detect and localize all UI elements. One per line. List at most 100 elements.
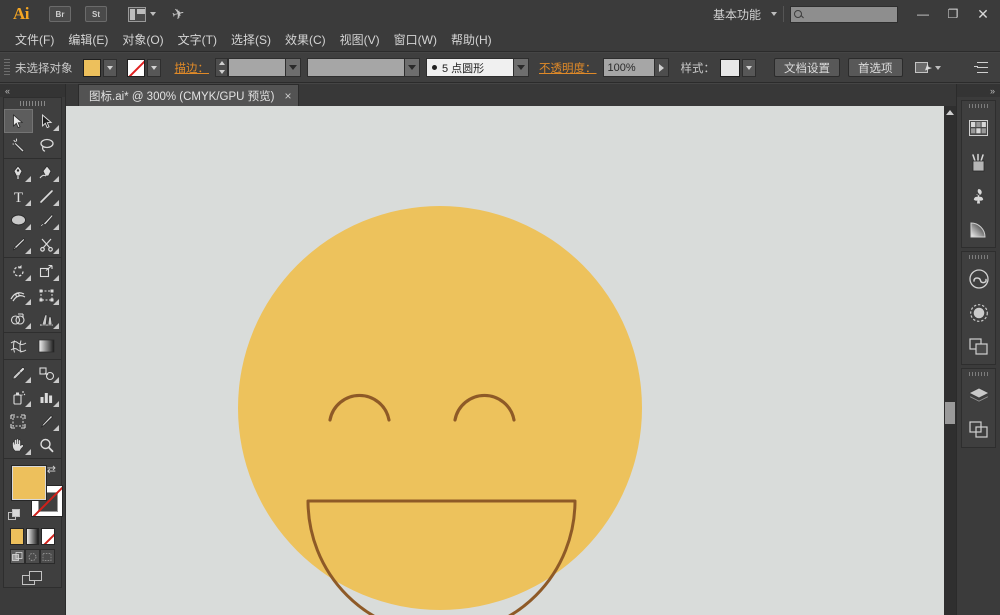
- graphic-style-swatch[interactable]: [720, 58, 740, 77]
- stroke-link-label[interactable]: 描边：: [175, 60, 210, 76]
- stroke-color-swatch[interactable]: [126, 58, 145, 77]
- symbol-sprayer-tool[interactable]: [4, 385, 33, 409]
- free-transform-tool[interactable]: [33, 283, 62, 307]
- scroll-up-button[interactable]: [945, 107, 955, 118]
- fill-color-swatch[interactable]: [82, 58, 101, 77]
- opacity-link-label[interactable]: 不透明度：: [539, 60, 597, 76]
- stroke-weight-stepper[interactable]: [215, 58, 228, 77]
- minimize-button[interactable]: —: [908, 1, 938, 27]
- control-bar-grip[interactable]: [4, 58, 10, 77]
- direct-selection-tool[interactable]: [33, 109, 62, 133]
- swatches-panel-icon[interactable]: [962, 111, 995, 145]
- artboard-tool[interactable]: [4, 409, 33, 433]
- change-screen-mode-button[interactable]: [4, 571, 61, 587]
- brushes-panel-icon[interactable]: [962, 145, 995, 179]
- paper-plane-icon[interactable]: ✈: [170, 4, 186, 25]
- document-setup-button[interactable]: 文档设置: [774, 58, 840, 77]
- hand-tool[interactable]: [4, 433, 33, 457]
- control-panel-menu-icon[interactable]: [974, 61, 988, 74]
- graphic-style-dropdown[interactable]: [742, 58, 756, 77]
- lasso-tool[interactable]: [33, 133, 62, 157]
- curvature-tool[interactable]: [33, 160, 62, 184]
- brush-definition-combo[interactable]: 5 点圆形: [426, 58, 529, 77]
- opacity-input[interactable]: 100%: [602, 58, 655, 77]
- dock-group-grip[interactable]: [962, 101, 995, 111]
- menu-object[interactable]: 对象(O): [115, 29, 170, 50]
- arrange-documents-button[interactable]: [128, 6, 156, 22]
- menu-view[interactable]: 视图(V): [333, 29, 387, 50]
- eyedropper-tool[interactable]: [4, 361, 33, 385]
- stroke-swatch-group[interactable]: [126, 58, 167, 77]
- width-tool[interactable]: [4, 283, 33, 307]
- stroke-profile-input[interactable]: [307, 58, 405, 77]
- none-mode-button[interactable]: [41, 528, 56, 545]
- ellipse-tool[interactable]: [4, 208, 33, 232]
- stroke-profile-dropdown[interactable]: [405, 58, 420, 77]
- canvas-vertical-scrollbar[interactable]: [944, 106, 956, 615]
- right-dock-collapse-button[interactable]: »: [957, 84, 1000, 97]
- graphic-style-group[interactable]: [720, 58, 762, 77]
- draw-normal-button[interactable]: [10, 549, 25, 564]
- brush-definition-field[interactable]: 5 点圆形: [426, 58, 514, 77]
- fill-swatch-group[interactable]: [82, 58, 123, 77]
- slice-tool[interactable]: [33, 409, 62, 433]
- scrollbar-thumb[interactable]: [945, 402, 955, 424]
- swap-fill-stroke-icon[interactable]: ⇄: [47, 463, 56, 476]
- stroke-dropdown-button[interactable]: [146, 58, 161, 77]
- tools-panel-collapse-button[interactable]: «: [0, 84, 65, 97]
- face-circle[interactable]: [238, 206, 642, 610]
- transparency-panel-icon[interactable]: [962, 296, 995, 330]
- scale-tool[interactable]: [33, 259, 62, 283]
- menu-type[interactable]: 文字(T): [171, 29, 224, 50]
- paintbrush-tool[interactable]: [33, 208, 62, 232]
- stepper-up-icon[interactable]: [218, 61, 225, 66]
- gradient-panel-icon[interactable]: [962, 213, 995, 247]
- line-segment-tool[interactable]: [33, 184, 62, 208]
- stroke-weight-dropdown[interactable]: [286, 58, 301, 77]
- type-tool[interactable]: T: [4, 184, 33, 208]
- perspective-grid-tool[interactable]: [33, 307, 62, 331]
- maximize-button[interactable]: ❐: [938, 1, 968, 27]
- dock-group-grip[interactable]: [962, 252, 995, 262]
- draw-behind-button[interactable]: [25, 549, 40, 564]
- menu-effect[interactable]: 效果(C): [278, 29, 333, 50]
- artboard-canvas[interactable]: [66, 106, 956, 615]
- stock-icon[interactable]: St: [85, 6, 107, 22]
- symbols-panel-icon[interactable]: [962, 179, 995, 213]
- blend-tool[interactable]: [33, 361, 62, 385]
- gradient-tool[interactable]: [33, 334, 62, 358]
- color-mode-button[interactable]: [10, 528, 24, 545]
- preferences-button[interactable]: 首选项: [848, 58, 903, 77]
- artboards-panel-icon[interactable]: [962, 413, 995, 447]
- stroke-weight-input[interactable]: [228, 58, 286, 77]
- shape-builder-tool[interactable]: [4, 307, 33, 331]
- close-icon[interactable]: ×: [285, 89, 292, 103]
- mesh-tool[interactable]: [4, 334, 33, 358]
- opacity-combo[interactable]: 100%: [602, 58, 669, 77]
- pen-tool[interactable]: [4, 160, 33, 184]
- stroke-profile-combo[interactable]: [307, 58, 420, 77]
- menu-help[interactable]: 帮助(H): [444, 29, 499, 50]
- brush-definition-dropdown[interactable]: [514, 58, 529, 77]
- draw-inside-button[interactable]: [40, 549, 55, 564]
- selection-tool[interactable]: [4, 109, 33, 133]
- bridge-icon[interactable]: Br: [49, 6, 71, 22]
- close-button[interactable]: ✕: [968, 1, 998, 27]
- tools-panel-grip[interactable]: [4, 98, 61, 109]
- menu-window[interactable]: 窗口(W): [387, 29, 444, 50]
- smiley-face-artwork[interactable]: [238, 198, 668, 615]
- creative-cloud-libraries-panel-icon[interactable]: [962, 262, 995, 296]
- opacity-flyout-button[interactable]: [654, 58, 669, 77]
- menu-edit[interactable]: 编辑(E): [61, 29, 115, 50]
- menu-file[interactable]: 文件(F): [8, 29, 61, 50]
- layers-panel-icon[interactable]: [962, 379, 995, 413]
- pencil-tool[interactable]: [4, 232, 33, 256]
- rotate-tool[interactable]: [4, 259, 33, 283]
- magic-wand-tool[interactable]: [4, 133, 33, 157]
- workspace-switcher[interactable]: 基本功能 — ❐ ✕: [707, 1, 1000, 27]
- scissors-tool[interactable]: [33, 232, 62, 256]
- column-graph-tool[interactable]: [33, 385, 62, 409]
- stroke-weight-combo[interactable]: [215, 58, 301, 77]
- gradient-mode-button[interactable]: [25, 528, 40, 545]
- default-fill-stroke-icon[interactable]: [8, 509, 21, 522]
